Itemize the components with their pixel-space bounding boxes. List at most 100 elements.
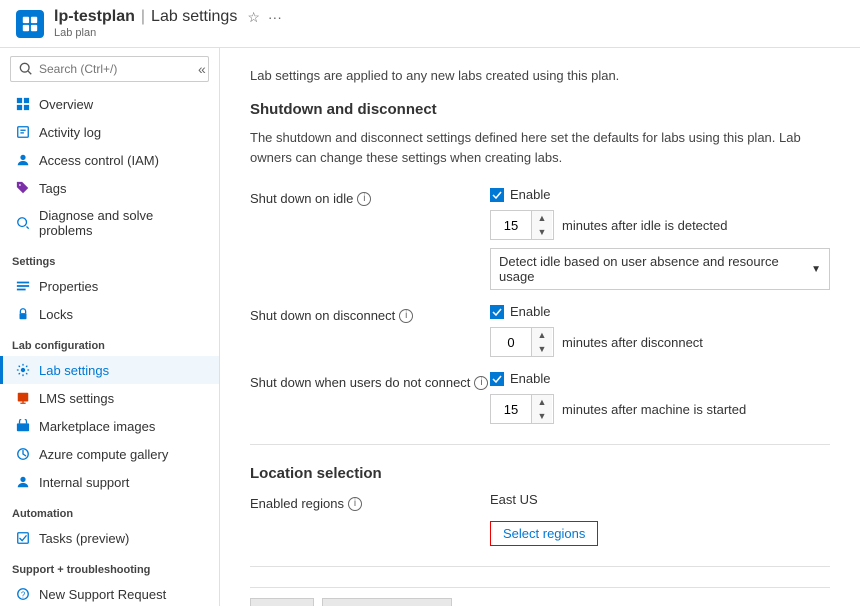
sidebar-item-diagnose[interactable]: Diagnose and solve problems <box>0 202 219 244</box>
overview-icon <box>15 96 31 112</box>
support-icon <box>15 474 31 490</box>
azure-compute-gallery-label: Azure compute gallery <box>39 447 168 462</box>
sidebar-item-overview[interactable]: Overview <box>0 90 219 118</box>
tasks-icon <box>15 530 31 546</box>
shut-down-no-connect-controls: Enable ▲ ▼ minutes after machine is star… <box>490 371 746 424</box>
shut-down-no-connect-increment-button[interactable]: ▲ <box>532 395 552 409</box>
shut-down-idle-spinner-buttons: ▲ ▼ <box>531 211 552 239</box>
shut-down-no-connect-checkbox[interactable] <box>490 372 504 386</box>
svg-text:?: ? <box>21 591 26 600</box>
enabled-regions-info-icon[interactable]: i <box>348 497 362 511</box>
enabled-regions-value: East US <box>490 492 598 507</box>
sidebar-item-lms-settings[interactable]: LMS settings <box>0 384 219 412</box>
more-options-icon[interactable]: ··· <box>268 9 282 25</box>
save-button[interactable]: Save <box>250 598 314 606</box>
shut-down-disconnect-minutes-row: ▲ ▼ minutes after disconnect <box>490 327 703 357</box>
shut-down-idle-increment-button[interactable]: ▲ <box>532 211 552 225</box>
compute-icon <box>15 446 31 462</box>
shut-down-idle-row: Shut down on idle i Enable ▲ ▼ <box>250 187 830 290</box>
shut-down-idle-decrement-button[interactable]: ▼ <box>532 225 552 239</box>
shut-down-idle-minutes-input[interactable] <box>491 214 531 237</box>
sidebar-item-access-control[interactable]: Access control (IAM) <box>0 146 219 174</box>
shut-down-disconnect-decrement-button[interactable]: ▼ <box>532 342 552 356</box>
enabled-regions-row: Enabled regions i East US Select regions <box>250 492 830 546</box>
marketplace-icon <box>15 418 31 434</box>
sidebar-item-tasks-preview[interactable]: Tasks (preview) <box>0 524 219 552</box>
sidebar-item-locks[interactable]: Locks <box>0 300 219 328</box>
new-support-icon: ? <box>15 586 31 602</box>
properties-icon <box>15 278 31 294</box>
new-support-request-label: New Support Request <box>39 587 166 602</box>
shut-down-no-connect-label: Shut down when users do not connect i <box>250 371 490 390</box>
internal-support-label: Internal support <box>39 475 129 490</box>
collapse-button[interactable]: « <box>198 61 206 77</box>
sidebar-item-azure-compute-gallery[interactable]: Azure compute gallery <box>0 440 219 468</box>
shut-down-idle-label: Shut down on idle i <box>250 187 490 206</box>
lms-icon <box>15 390 31 406</box>
shut-down-no-connect-minutes-input[interactable] <box>491 398 531 421</box>
shut-down-disconnect-info-icon[interactable]: i <box>399 309 413 323</box>
shut-down-disconnect-spinner-buttons: ▲ ▼ <box>531 328 552 356</box>
favorite-icon[interactable]: ☆ <box>247 9 260 26</box>
shut-down-no-connect-enable-row: Enable <box>490 371 746 386</box>
shut-down-idle-spinner[interactable]: ▲ ▼ <box>490 210 554 240</box>
support-section-label: Support + troubleshooting <box>0 552 219 580</box>
shut-down-idle-controls: Enable ▲ ▼ minutes after idle is detecte… <box>490 187 830 290</box>
shut-down-no-connect-row: Shut down when users do not connect i En… <box>250 371 830 424</box>
sidebar-item-tags[interactable]: Tags <box>0 174 219 202</box>
access-control-label: Access control (IAM) <box>39 153 159 168</box>
lab-plan-svg-icon <box>21 15 39 33</box>
shut-down-disconnect-checkbox[interactable] <box>490 305 504 319</box>
search-input[interactable] <box>39 62 194 76</box>
shut-down-no-connect-decrement-button[interactable]: ▼ <box>532 409 552 423</box>
sidebar-item-activity-log[interactable]: Activity log <box>0 118 219 146</box>
shutdown-section-title: Shutdown and disconnect <box>250 101 830 118</box>
lab-settings-icon <box>15 362 31 378</box>
idle-detect-select[interactable]: Detect idle based on user absence and re… <box>490 248 830 290</box>
access-icon <box>15 152 31 168</box>
subtitle: Lab plan <box>54 27 282 39</box>
shut-down-no-connect-spinner[interactable]: ▲ ▼ <box>490 394 554 424</box>
enabled-regions-controls: East US Select regions <box>490 492 598 546</box>
overview-label: Overview <box>39 97 93 112</box>
diagnose-icon <box>15 215 31 231</box>
sidebar-item-lab-settings[interactable]: Lab settings <box>0 356 219 384</box>
select-regions-button[interactable]: Select regions <box>490 521 598 546</box>
shut-down-disconnect-increment-button[interactable]: ▲ <box>532 328 552 342</box>
discard-changes-button[interactable]: Discard changes <box>322 598 453 606</box>
locks-label: Locks <box>39 307 73 322</box>
sidebar-item-marketplace-images[interactable]: Marketplace images <box>0 412 219 440</box>
shut-down-idle-info-icon[interactable]: i <box>357 192 371 206</box>
shut-down-no-connect-info-icon[interactable]: i <box>474 376 488 390</box>
top-bar: lp-testplan | Lab settings ☆ ··· Lab pla… <box>0 0 860 48</box>
shut-down-disconnect-enable-row: Enable <box>490 304 703 319</box>
tasks-preview-label: Tasks (preview) <box>39 531 129 546</box>
shut-down-no-connect-minutes-row: ▲ ▼ minutes after machine is started <box>490 394 746 424</box>
automation-section-label: Automation <box>0 496 219 524</box>
search-box[interactable]: « <box>10 56 209 82</box>
sidebar-item-properties[interactable]: Properties <box>0 272 219 300</box>
locks-icon <box>15 306 31 322</box>
page-title: Lab settings <box>151 8 237 26</box>
shut-down-no-connect-spinner-buttons: ▲ ▼ <box>531 395 552 423</box>
shut-down-disconnect-enable-label: Enable <box>510 304 550 319</box>
properties-label: Properties <box>39 279 98 294</box>
shut-down-idle-enable-row: Enable <box>490 187 830 202</box>
app-icon <box>16 10 44 38</box>
shut-down-disconnect-row: Shut down on disconnect i Enable ▲ ▼ <box>250 304 830 357</box>
shut-down-disconnect-minutes-input[interactable] <box>491 331 531 354</box>
shut-down-idle-minutes-row: ▲ ▼ minutes after idle is detected <box>490 210 830 240</box>
top-description: Lab settings are applied to any new labs… <box>250 68 830 83</box>
shut-down-idle-enable-label: Enable <box>510 187 550 202</box>
sidebar: « Overview Activity log Access control (… <box>0 48 220 606</box>
shut-down-disconnect-spinner[interactable]: ▲ ▼ <box>490 327 554 357</box>
top-bar-actions: ☆ ··· <box>247 9 282 26</box>
marketplace-images-label: Marketplace images <box>39 419 155 434</box>
activity-log-label: Activity log <box>39 125 101 140</box>
shut-down-idle-checkbox[interactable] <box>490 188 504 202</box>
sidebar-item-new-support-request[interactable]: ? New Support Request <box>0 580 219 606</box>
main-layout: « Overview Activity log Access control (… <box>0 48 860 606</box>
footer-divider <box>250 566 830 567</box>
shut-down-idle-detect-row: Detect idle based on user absence and re… <box>490 248 830 290</box>
sidebar-item-internal-support[interactable]: Internal support <box>0 468 219 496</box>
